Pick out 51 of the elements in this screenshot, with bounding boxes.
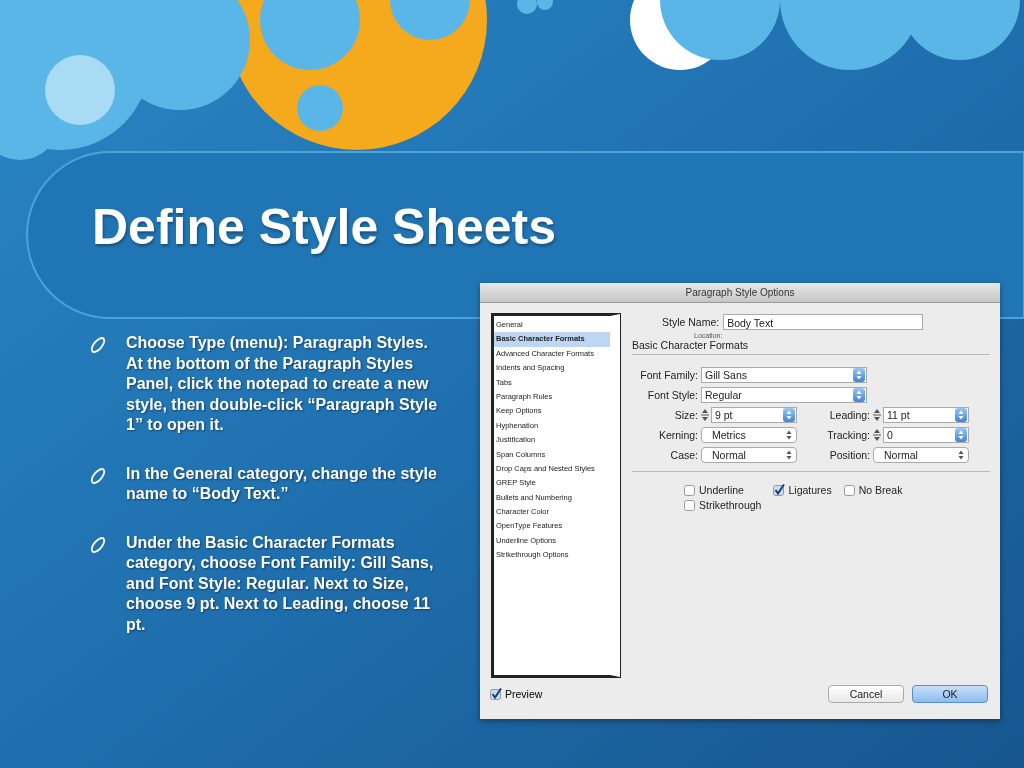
checkbox[interactable] [843, 484, 856, 496]
up-down-arrows-icon [856, 390, 862, 400]
popup-menu[interactable]: Normal [873, 447, 969, 463]
font-combo-field[interactable]: Gill Sans [701, 367, 867, 383]
field-label: Position: [828, 449, 870, 461]
bubble-drawing [517, 0, 553, 14]
section-title: Basic Character Formats [632, 339, 990, 355]
field-label: Case: [669, 449, 698, 461]
dialog-title: Paragraph Style Options [480, 283, 1000, 303]
oval-bullet-icon [88, 535, 108, 554]
field-label: Size: [673, 409, 698, 421]
size-combo-field[interactable]: 11 pt [883, 407, 969, 423]
up-down-arrows-icon [958, 450, 964, 460]
cancel-button[interactable]: Cancel [828, 685, 904, 703]
checkbox[interactable] [684, 499, 696, 511]
font-combo-field[interactable]: Regular [701, 387, 867, 403]
up-down-arrows-icon [786, 450, 792, 460]
up-down-arrows-icon [958, 430, 964, 440]
up-down-arrows-icon [958, 410, 964, 420]
stepper-icon[interactable] [701, 408, 709, 422]
size-combo-field[interactable]: 0 [883, 427, 969, 443]
up-down-arrows-icon [786, 410, 792, 420]
field-label: Style Name: [662, 316, 720, 328]
style-name-field[interactable]: Body Text [723, 314, 924, 330]
field-label: Kerning: [657, 429, 698, 441]
ok-button[interactable]: OK [912, 685, 988, 703]
slide-title: Define Style Sheets [92, 202, 557, 252]
checkbox-label: Preview [505, 688, 543, 700]
oval-bullet-icon [88, 466, 108, 485]
up-down-arrows-icon [786, 430, 792, 440]
size-combo-field[interactable]: 9 pt [711, 407, 797, 423]
field-label: Tracking: [826, 429, 870, 441]
checkbox[interactable] [684, 484, 696, 496]
checkbox-label: Strikethrough [699, 499, 762, 511]
bullet-text: Choose Type (menu): Paragraph Styles. At the bottom of the Paragraph Styles Panel, click the notepad to create a new style, then double-click “Paragraph Style 1” to open it. [126, 333, 439, 435]
checked-checkbox[interactable] [773, 484, 786, 496]
up-down-arrows-icon [856, 370, 862, 380]
stepper-icon[interactable] [873, 408, 881, 422]
bullet-text: In the General category, change the style name to “Body Text.” [126, 463, 438, 504]
field-label: Font Family: [639, 369, 698, 381]
oval-bullet-icon [88, 336, 108, 354]
checkbox-label: No Break [858, 484, 903, 496]
popup-menu[interactable]: Metrics [701, 427, 797, 443]
bullet-text: Under the Basic Character Formats category, choose Font Family: Gill Sans, and Font Style: Regular. Next to Size, choose 9 pt. Next to Leading, choose 11 pt. [126, 532, 435, 635]
field-label: Font Style: [646, 389, 698, 401]
popup-menu[interactable]: Normal [701, 447, 797, 463]
checkbox-label: Ligatures [788, 484, 832, 496]
stepper-icon[interactable] [873, 428, 881, 442]
checkbox-label: Underline [699, 484, 744, 496]
field-label: Leading: [828, 409, 870, 421]
checked-checkbox[interactable] [490, 688, 502, 700]
